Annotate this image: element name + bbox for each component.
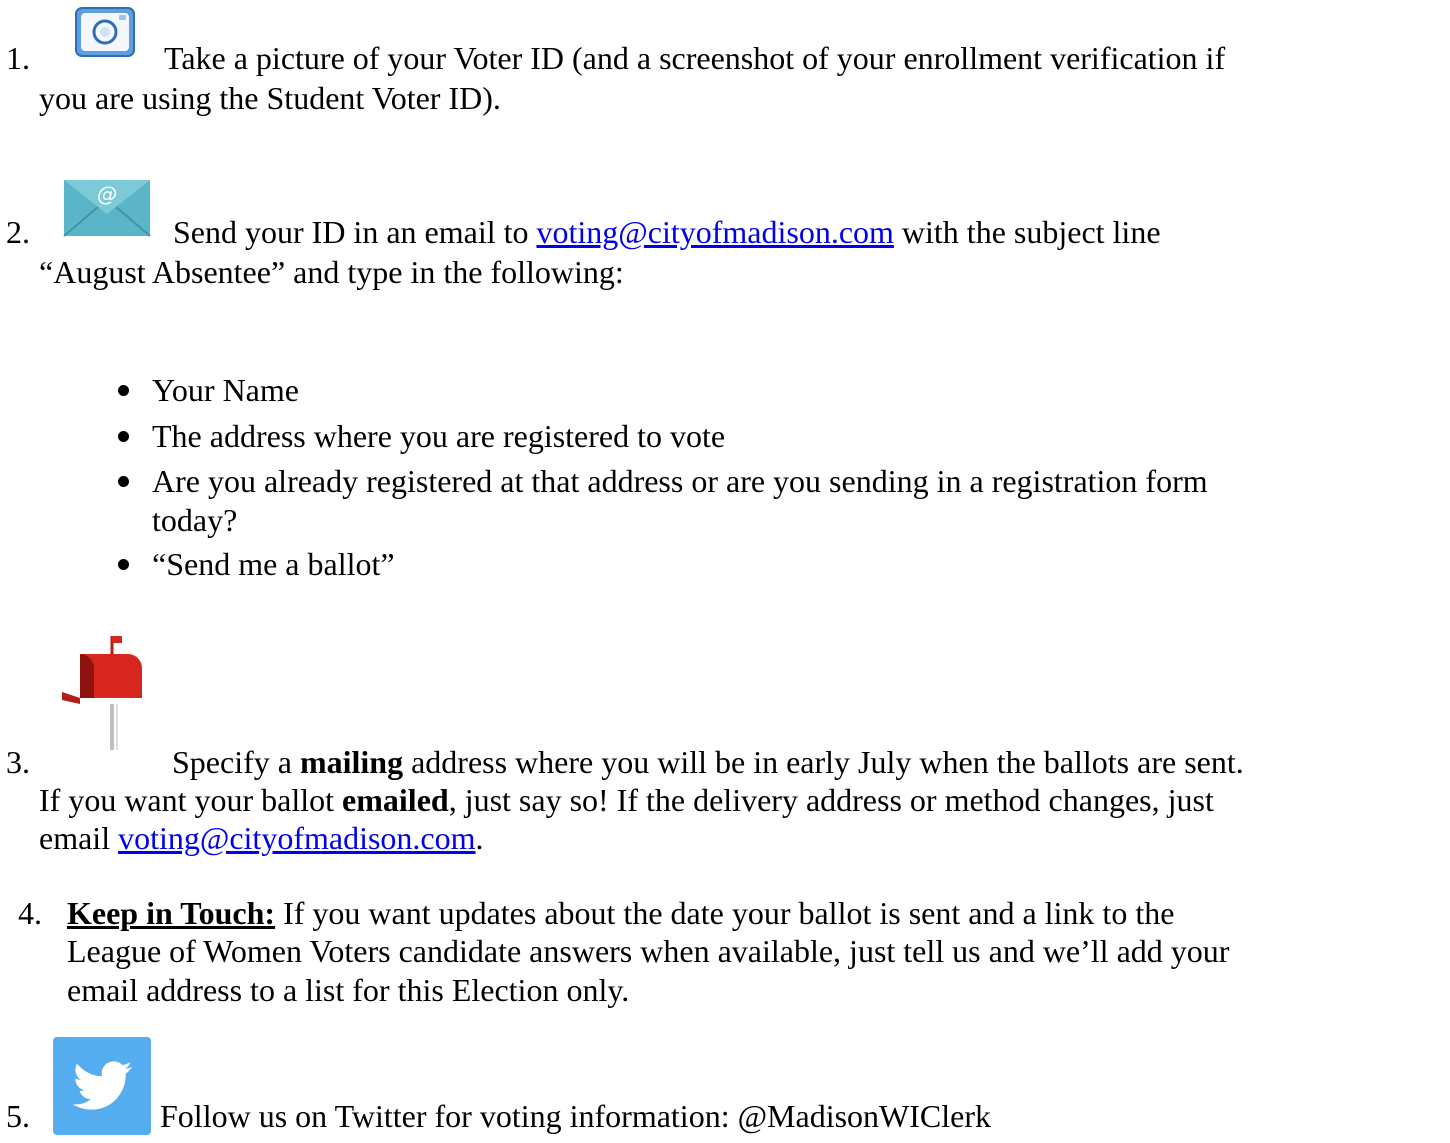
emailed-emphasis: emailed	[342, 782, 449, 818]
list-item: The address where you are registered to …	[118, 418, 725, 454]
step-3-line-3: email voting@cityofmadison.com.	[39, 820, 484, 856]
step-4-line-2: League of Women Voters candidate answers…	[67, 933, 1230, 969]
list-item: “Send me a ballot”	[118, 546, 395, 582]
step-1-line-2: you are using the Student Voter ID).	[39, 80, 501, 116]
step-2-text-before: Send your ID in an email to	[173, 214, 537, 250]
step-2-line-2: “August Absentee” and type in the follow…	[39, 254, 624, 290]
step-1-line-1: Take a picture of your Voter ID (and a s…	[164, 40, 1226, 76]
step-3-number: 3.	[6, 744, 30, 780]
step-4-line-3: email address to a list for this Electio…	[67, 972, 630, 1008]
list-item: Are you already registered at that addre…	[118, 463, 1208, 499]
camera-icon	[75, 5, 135, 65]
svg-text:@: @	[97, 182, 117, 206]
email-envelope-icon: @	[62, 178, 152, 246]
mailing-emphasis: mailing	[299, 744, 404, 780]
email-link[interactable]: voting@cityofmadison.com	[536, 214, 893, 250]
step-4-number: 4.	[18, 895, 42, 931]
step-5-number: 5.	[6, 1098, 30, 1134]
step-2-text-after: with the subject line	[893, 214, 1161, 250]
step-2-line-1: Send your ID in an email to voting@cityo…	[173, 214, 1161, 250]
step-3-line-2: If you want your ballot emailed, just sa…	[39, 782, 1214, 818]
step-4-line-1: Keep in Touch: If you want updates about…	[67, 895, 1175, 931]
step-3-line-1: Specify a mailing address where you will…	[172, 744, 1244, 780]
step-2-number: 2.	[6, 214, 30, 250]
keep-in-touch-heading: Keep in Touch:	[67, 895, 276, 931]
email-link[interactable]: voting@cityofmadison.com	[118, 820, 475, 856]
mailbox-icon	[60, 632, 150, 760]
step-5-text: Follow us on Twitter for voting informat…	[160, 1098, 991, 1134]
list-item-continuation: today?	[152, 502, 238, 538]
list-item: Your Name	[118, 372, 299, 408]
twitter-bird-icon[interactable]	[53, 1037, 151, 1143]
step-1-number: 1.	[6, 40, 30, 76]
